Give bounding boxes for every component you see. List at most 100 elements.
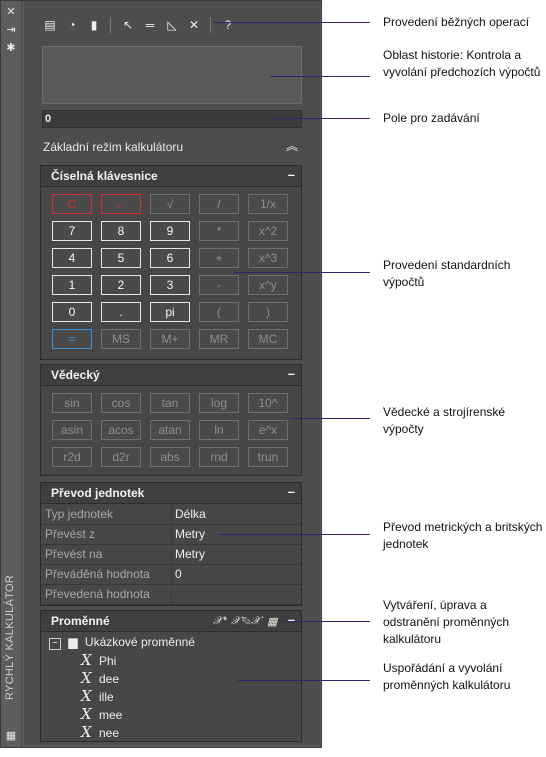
collapse-icon[interactable]: ︽	[286, 140, 298, 152]
input-box[interactable]: 0	[42, 110, 302, 128]
unit-row[interactable]: Převedená hodnota	[41, 584, 301, 605]
unit-row[interactable]: Převáděná hodnota 0	[41, 564, 301, 585]
key-button[interactable]: ←	[101, 194, 141, 214]
variable-item[interactable]: Xnee	[81, 723, 119, 741]
clear-history-icon[interactable]: ◔	[64, 16, 80, 34]
auto-hide-icon[interactable]: ⇥	[4, 23, 18, 37]
key-button[interactable]: 3	[150, 275, 190, 295]
key-button[interactable]: x^2	[248, 221, 288, 241]
variable-item[interactable]: Xille	[81, 687, 114, 705]
key-button[interactable]: (	[199, 302, 239, 322]
key-button[interactable]: 9	[150, 221, 190, 241]
calculator-variable-icon[interactable]: ▦	[267, 615, 277, 628]
key-button[interactable]: ln	[199, 420, 239, 440]
edit-variable-icon[interactable]: 𝒳✎	[231, 615, 250, 628]
history-area[interactable]	[42, 46, 302, 104]
scientific-section: Vědecký – sin cos tan log 10^ asin acos atan ln e…	[40, 364, 302, 476]
annotation-variables-edit: Vytváření, úprava a odstranění proměnnýc…	[383, 598, 510, 646]
unit-row-value[interactable]: 0	[175, 567, 182, 581]
distance-icon[interactable]: ═	[142, 16, 158, 34]
delete-variable-icon[interactable]: 𝒳	[251, 615, 260, 628]
variables-header[interactable]: Proměnné 𝒳* 𝒳✎ 𝒳 ▦ –	[41, 611, 301, 632]
minimize-icon[interactable]: –	[288, 167, 295, 182]
key-button[interactable]: pi	[150, 302, 190, 322]
key-button[interactable]: x^3	[248, 248, 288, 268]
number-pad-header[interactable]: Číselná klávesnice –	[41, 166, 301, 187]
key-button[interactable]: 4	[52, 248, 92, 268]
variable-icon: X	[81, 705, 92, 723]
close-icon[interactable]: ✕	[4, 5, 18, 19]
unit-row-value[interactable]: Metry	[175, 527, 205, 541]
column-divider	[171, 584, 172, 604]
leader-line	[284, 621, 370, 622]
variable-item[interactable]: Xdee	[81, 669, 119, 687]
unit-row-value[interactable]: Délka	[175, 507, 206, 521]
key-button[interactable]: +	[199, 248, 239, 268]
clear-icon[interactable]: ▤	[42, 16, 58, 34]
key-button[interactable]: 5	[101, 248, 141, 268]
toolbar-separator	[110, 17, 111, 33]
mode-label: Základní režim kalkulátoru	[43, 140, 184, 154]
key-button[interactable]: atan	[150, 420, 190, 440]
unit-row-label: Převést z	[45, 527, 96, 541]
key-button[interactable]: *	[199, 221, 239, 241]
unit-row-label: Převést na	[45, 547, 103, 561]
key-button[interactable]: x^y	[248, 275, 288, 295]
column-divider	[171, 504, 172, 524]
key-button[interactable]: acos	[101, 420, 141, 440]
angle-icon[interactable]: ◺	[164, 16, 180, 34]
key-button[interactable]: cos	[101, 393, 141, 413]
minimize-icon[interactable]: –	[288, 612, 295, 627]
key-button[interactable]: sin	[52, 393, 92, 413]
scientific-title: Vědecký	[51, 368, 100, 382]
unit-row[interactable]: Typ jednotek Délka	[41, 504, 301, 525]
unit-row[interactable]: Převést na Metry	[41, 544, 301, 565]
minimize-icon[interactable]: –	[288, 366, 295, 381]
scientific-header[interactable]: Vědecký –	[41, 365, 301, 386]
key-button[interactable]: asin	[52, 420, 92, 440]
key-button[interactable]: 1	[52, 275, 92, 295]
paste-icon[interactable]: ▮	[86, 16, 102, 34]
collapse-node-icon[interactable]: −	[49, 638, 61, 650]
key-button[interactable]: e^x	[248, 420, 288, 440]
variable-item[interactable]: Xmee	[81, 705, 122, 723]
unit-row-value[interactable]: Metry	[175, 547, 205, 561]
key-button[interactable]: 7	[52, 221, 92, 241]
key-button[interactable]: MC	[248, 329, 288, 349]
variable-item[interactable]: X Phi	[81, 651, 116, 669]
key-button[interactable]: /	[199, 194, 239, 214]
key-button[interactable]: C	[52, 194, 92, 214]
key-button[interactable]: r2d	[52, 447, 92, 467]
key-button[interactable]: trun	[248, 447, 288, 467]
key-button[interactable]: =	[52, 329, 92, 349]
key-button[interactable]: 1/x	[248, 194, 288, 214]
key-button[interactable]: .	[101, 302, 141, 322]
key-button[interactable]: MS	[101, 329, 141, 349]
key-button[interactable]: 6	[150, 248, 190, 268]
key-button[interactable]: 8	[101, 221, 141, 241]
properties-icon[interactable]: ✱	[4, 41, 18, 55]
key-button[interactable]: √	[150, 194, 190, 214]
key-button[interactable]: tan	[150, 393, 190, 413]
variable-icon: X	[81, 651, 92, 669]
key-button[interactable]: 10^	[248, 393, 288, 413]
help-icon[interactable]: ?	[220, 16, 236, 34]
get-coordinates-icon[interactable]: ↖	[120, 16, 136, 34]
leader-line	[290, 418, 370, 419]
key-button[interactable]: log	[199, 393, 239, 413]
new-variable-icon[interactable]: 𝒳*	[213, 615, 227, 628]
key-button[interactable]: MR	[199, 329, 239, 349]
key-button[interactable]: abs	[150, 447, 190, 467]
intersection-icon[interactable]: ✕	[186, 16, 202, 34]
key-button[interactable]: d2r	[101, 447, 141, 467]
key-button[interactable]: -	[199, 275, 239, 295]
leader-line	[214, 22, 370, 23]
key-button[interactable]: )	[248, 302, 288, 322]
minimize-icon[interactable]: –	[288, 484, 295, 499]
key-button[interactable]: M+	[150, 329, 190, 349]
key-button[interactable]: 2	[101, 275, 141, 295]
units-header[interactable]: Převod jednotek –	[41, 483, 301, 504]
category-row[interactable]: − ▆ Ukázkové proměnné	[49, 633, 195, 651]
key-button[interactable]: rnd	[199, 447, 239, 467]
key-button[interactable]: 0	[52, 302, 92, 322]
